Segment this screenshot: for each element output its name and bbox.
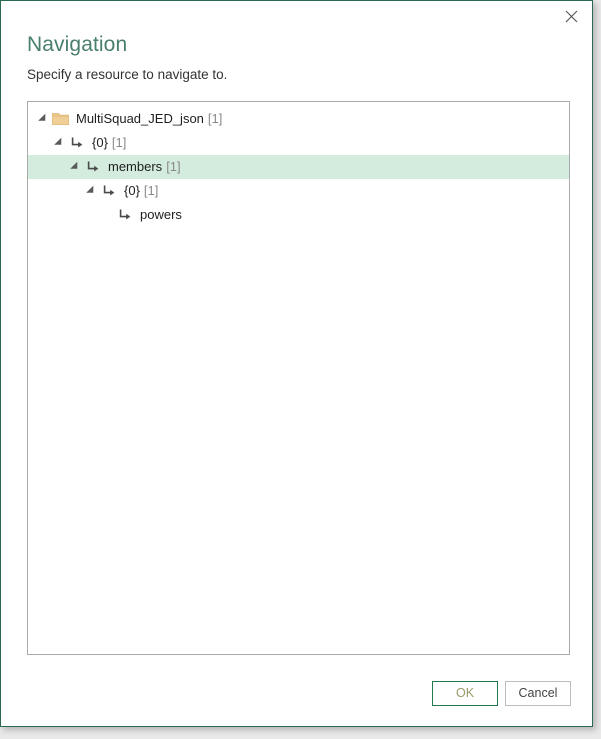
expander-collapse-icon[interactable] xyxy=(52,131,66,155)
navigation-dialog: Navigation Specify a resource to navigat… xyxy=(0,0,593,727)
resource-tree: MultiSquad_JED_json [1] {0} [1] members [1] {0… xyxy=(28,107,569,227)
tree-node-label: members xyxy=(108,159,163,174)
page-subtitle: Specify a resource to navigate to. xyxy=(27,67,228,82)
tree-node-label: powers xyxy=(140,207,182,222)
expander-collapse-icon[interactable] xyxy=(84,179,98,203)
triangle-glyph xyxy=(69,161,81,173)
cancel-button[interactable]: Cancel xyxy=(505,681,571,706)
record-arrow-icon xyxy=(66,131,86,155)
tree-row[interactable]: {0} [1] xyxy=(28,179,569,203)
dialog-titlebar xyxy=(1,1,592,33)
tree-node-count: [1] xyxy=(166,159,181,174)
tree-node-count: [1] xyxy=(111,135,127,150)
close-glyph xyxy=(565,10,577,22)
dialog-footer: OK Cancel xyxy=(1,681,592,709)
tree-row[interactable]: {0} [1] xyxy=(28,131,569,155)
tree-row[interactable]: powers xyxy=(28,203,569,227)
close-icon[interactable] xyxy=(550,1,592,31)
triangle-glyph xyxy=(53,137,65,149)
expander-placeholder xyxy=(100,203,114,227)
tree-node-label: {0} xyxy=(92,135,108,150)
screen-background: Navigation Specify a resource to navigat… xyxy=(0,0,601,739)
resource-tree-panel[interactable]: MultiSquad_JED_json [1] {0} [1] members [1] {0… xyxy=(27,101,570,655)
tree-node-label: {0} xyxy=(124,183,140,198)
tree-row[interactable]: MultiSquad_JED_json [1] xyxy=(28,107,569,131)
tree-row[interactable]: members [1] xyxy=(28,155,569,179)
tree-node-count: [1] xyxy=(143,183,159,198)
expander-collapse-icon[interactable] xyxy=(36,107,50,131)
tree-node-count: [1] xyxy=(207,111,223,126)
record-arrow-icon xyxy=(114,203,134,227)
tree-node-label: MultiSquad_JED_json xyxy=(76,111,204,126)
folder-icon xyxy=(50,107,70,131)
triangle-glyph xyxy=(85,185,97,197)
page-title: Navigation xyxy=(27,33,128,56)
ok-button[interactable]: OK xyxy=(432,681,498,706)
triangle-glyph xyxy=(37,113,49,125)
record-arrow-icon xyxy=(98,179,118,203)
record-arrow-icon xyxy=(82,155,102,179)
expander-collapse-icon[interactable] xyxy=(68,155,82,179)
